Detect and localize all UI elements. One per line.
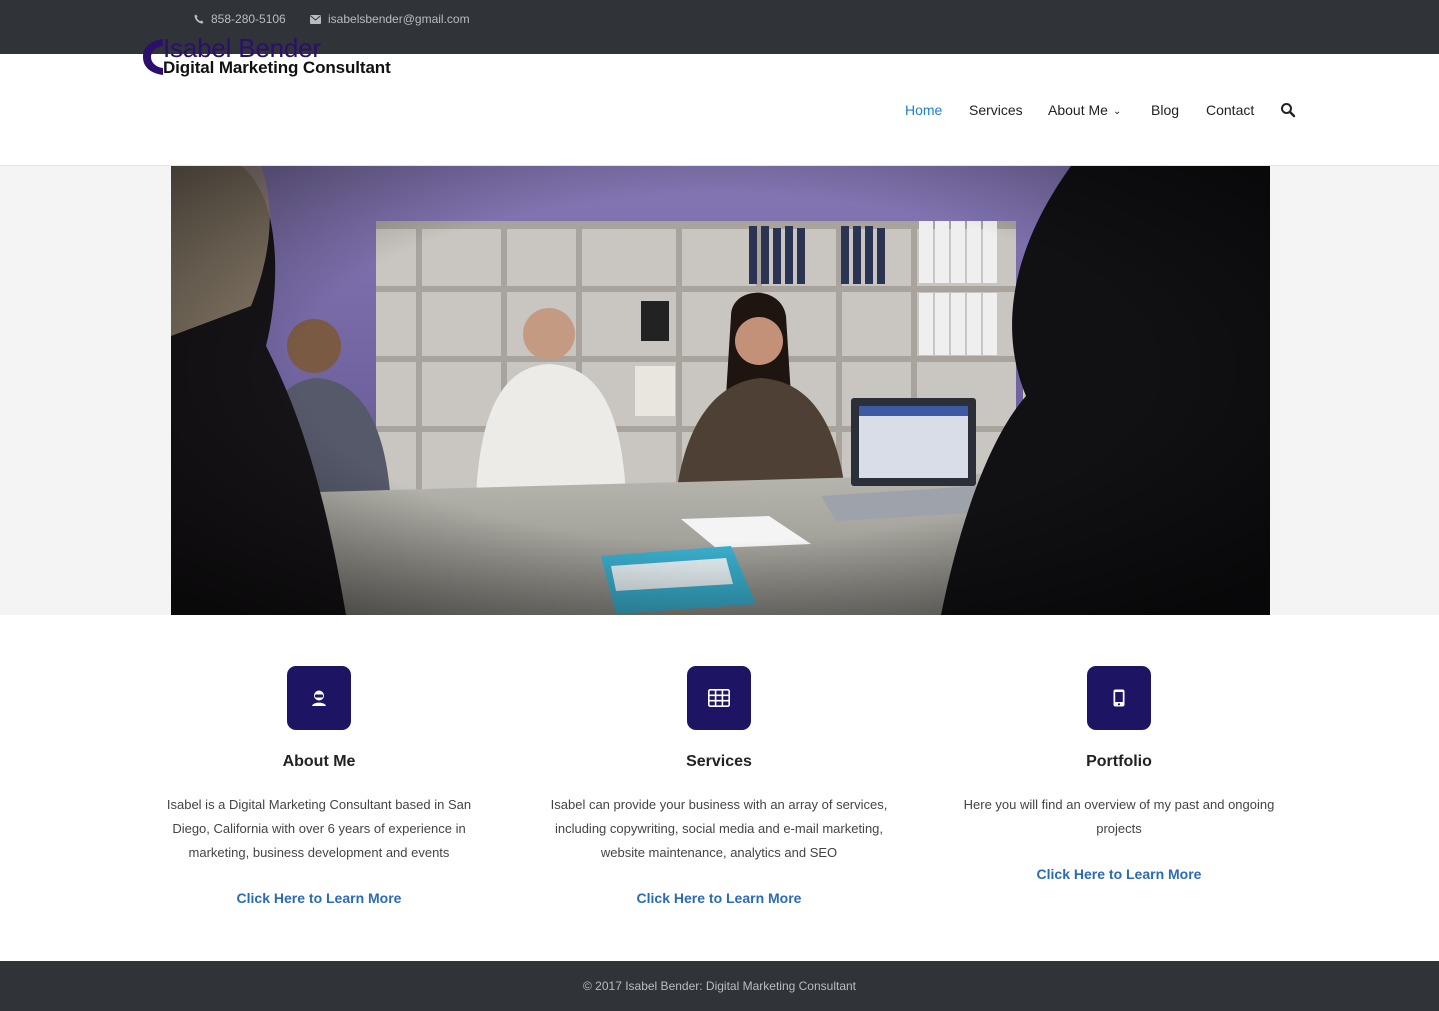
feature-icon-box[interactable] (287, 666, 351, 730)
feature-description: Here you will find an overview of my pas… (963, 797, 1275, 836)
site-logo[interactable]: Isabel Bender Digital Marketing Consulta… (143, 34, 403, 82)
feature-title: Services (686, 753, 752, 770)
user-icon (312, 690, 326, 706)
site-footer: © 2017 Isabel Bender: Digital Marketing … (0, 961, 1439, 1011)
hero-image (171, 166, 1270, 615)
search-icon[interactable] (1280, 102, 1296, 118)
nav-services[interactable]: Services (969, 101, 1023, 119)
logo-tagline: Digital Marketing Consultant (163, 58, 391, 77)
phone-contact[interactable]: 858-280-5106 (194, 12, 286, 26)
copyright-text: © 2017 Isabel Bender: Digital Marketing … (583, 979, 856, 993)
feature-description: Isabel can provide your business with an… (550, 797, 888, 860)
nav-blog[interactable]: Blog (1151, 101, 1179, 119)
feature-title: About Me (282, 753, 356, 770)
learn-more-link[interactable]: Click Here to Learn More (939, 865, 1299, 883)
logo-mark-icon (143, 39, 163, 75)
nav-home[interactable]: Home (905, 101, 942, 119)
feature-description: Isabel is a Digital Marketing Consultant… (166, 797, 472, 860)
table-icon (708, 689, 730, 707)
feature-title: Portfolio (1086, 753, 1152, 770)
mobile-icon (1113, 689, 1125, 707)
feature-icon-box[interactable] (687, 666, 751, 730)
chevron-down-icon: ⌄ (1112, 106, 1122, 117)
email-contact[interactable]: isabelsbender@gmail.com (310, 12, 470, 26)
feature-icon-box[interactable] (1087, 666, 1151, 730)
nav-about-me[interactable]: About Me ⌄ (1048, 101, 1121, 119)
feature-about-me: About Me Isabel is a Digital Marketing C… (139, 666, 499, 907)
envelope-icon (310, 14, 321, 24)
nav-about-me-label: About Me (1048, 102, 1108, 118)
phone-number: 858-280-5106 (211, 12, 286, 26)
learn-more-link[interactable]: Click Here to Learn More (539, 889, 899, 907)
feature-portfolio: Portfolio Here you will find an overview… (939, 666, 1299, 883)
feature-services: Services Isabel can provide your busines… (539, 666, 899, 907)
phone-icon (194, 14, 204, 24)
email-address: isabelsbender@gmail.com (328, 12, 470, 26)
nav-contact[interactable]: Contact (1206, 101, 1254, 119)
learn-more-link[interactable]: Click Here to Learn More (139, 889, 499, 907)
